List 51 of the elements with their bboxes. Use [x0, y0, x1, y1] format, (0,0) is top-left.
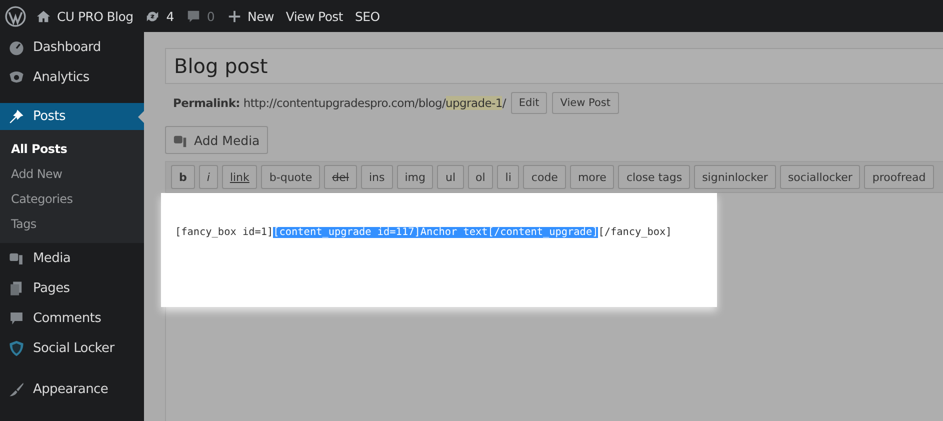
submenu-item[interactable]: Add New	[0, 162, 144, 187]
toolbar-button[interactable]: code	[523, 165, 566, 189]
toolbar-button[interactable]: ins	[360, 165, 393, 189]
admin-bar-link[interactable]: CU PRO Blog	[36, 8, 134, 24]
menu-item[interactable]: Appearance	[0, 374, 144, 404]
menu-item[interactable]: Media	[0, 243, 144, 273]
pushpin-icon	[8, 108, 25, 125]
submenu-item[interactable]: Tags	[0, 212, 144, 237]
toolbar-button[interactable]: img	[396, 165, 434, 189]
toolbar-button[interactable]: link	[222, 165, 258, 189]
menu-item[interactable]: Dashboard	[0, 32, 144, 62]
menu-item[interactable]: Social Locker	[0, 333, 144, 363]
text-area[interactable]: [fancy_box id=1][content_upgrade id=117]Anchor text[/content_upgrade][/fancy_box]	[161, 193, 717, 307]
toolbar-button[interactable]: signinlocker	[694, 165, 776, 189]
gauge-icon	[8, 38, 25, 56]
shield-icon	[8, 340, 25, 356]
paintbrush-icon	[8, 380, 25, 398]
menu-item[interactable]: Posts	[0, 103, 144, 130]
admin-bar-link[interactable]: 0	[186, 8, 215, 24]
admin-bar-link[interactable]: 4	[145, 8, 174, 24]
menu-item[interactable]: Analytics	[0, 62, 144, 92]
permalink-button[interactable]: Edit	[510, 92, 548, 114]
toolbar-button[interactable]: li	[497, 165, 520, 189]
toolbar-button[interactable]: i	[198, 165, 218, 189]
submenu-item[interactable]: Categories	[0, 187, 144, 212]
permalink-text: Permalink: http://contentupgradespro.com/blog/upgrade-1/	[173, 96, 506, 110]
toolbar-button[interactable]: b-quote	[261, 165, 320, 189]
toolbar-button[interactable]: more	[570, 165, 614, 189]
permalink-button[interactable]: View Post	[552, 92, 618, 114]
toolbar-button[interactable]: b	[171, 165, 195, 189]
speech-bubble-icon	[186, 8, 201, 24]
toolbar-button[interactable]: close tags	[618, 165, 690, 189]
plus-icon	[226, 8, 242, 24]
toolbar-button[interactable]: ol	[468, 165, 494, 189]
toolbar-button[interactable]: sociallocker	[780, 165, 860, 189]
menu-pointer-icon	[138, 111, 144, 123]
wordpress-logo-icon[interactable]	[5, 6, 26, 26]
menu-item[interactable]: Pages	[0, 273, 144, 303]
admin-bar-link[interactable]: SEO	[355, 8, 380, 24]
add-media-button[interactable]: Add Media	[165, 126, 268, 154]
submenu-item[interactable]: All Posts	[0, 137, 144, 162]
shortcode-text: [fancy_box id=1][content_upgrade id=117]Anchor text[/content_upgrade][/fancy_box]	[175, 227, 672, 238]
speech-bubble-icon	[8, 310, 25, 326]
toolbar-button[interactable]: ul	[437, 165, 464, 189]
title-field[interactable]: Blog post	[165, 48, 943, 84]
admin-bar-link[interactable]: New	[226, 8, 274, 24]
menu-item[interactable]: Comments	[0, 303, 144, 333]
toolbar-button[interactable]: proofread	[864, 165, 934, 189]
home-icon	[36, 8, 51, 24]
admin-bar-link[interactable]: View Post	[286, 8, 343, 24]
toolbar-button[interactable]: del	[324, 165, 357, 189]
